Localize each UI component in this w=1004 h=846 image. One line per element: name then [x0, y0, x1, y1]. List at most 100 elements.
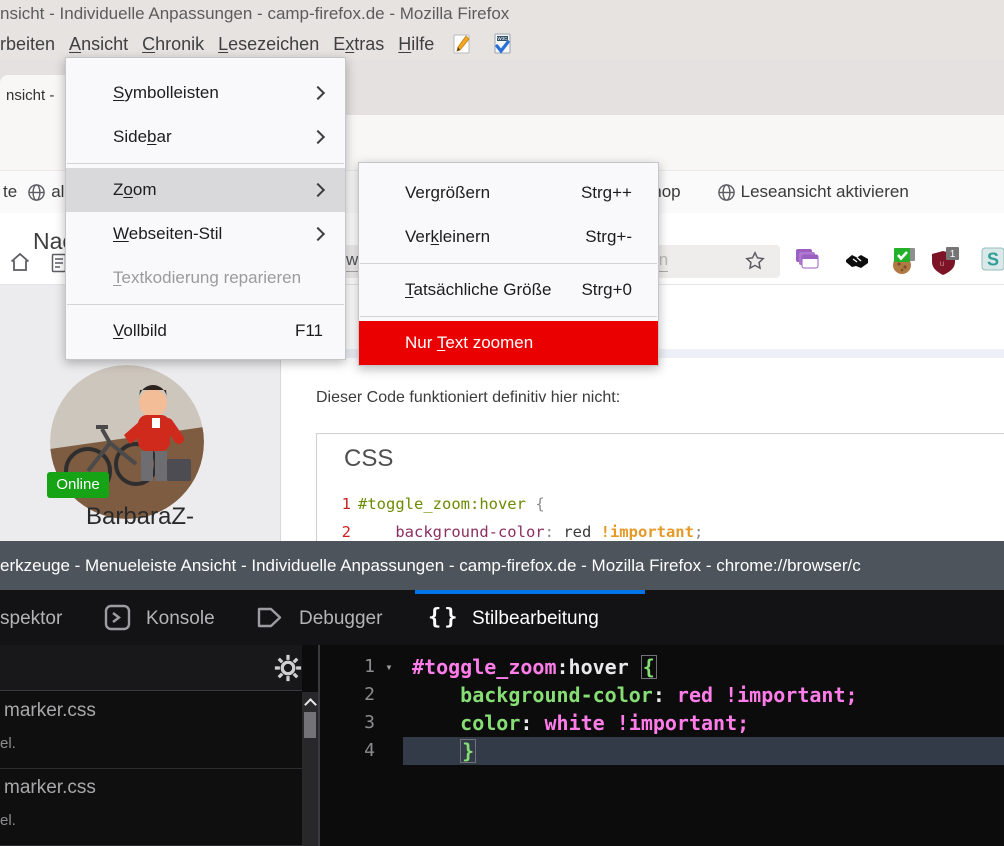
cookie-extension-icon[interactable] — [888, 246, 918, 276]
menubar-item-hilfe[interactable]: Hilfe — [398, 34, 434, 55]
console-icon — [104, 604, 131, 636]
bookmarks-left: teal — [3, 171, 64, 213]
menu-item-sidebar[interactable]: Sidebar — [66, 115, 345, 159]
menu-item-vollbild[interactable]: Vollbild F11 — [66, 309, 345, 353]
menubar-items: rbeiten Ansicht Chronik Lesezeichen Extras Hi… — [0, 34, 434, 55]
code-language-label: CSS — [344, 445, 393, 473]
bookmark-item[interactable]: al — [27, 182, 64, 202]
code-text[interactable]: } — [403, 737, 1004, 765]
bookmark-label: Leseansicht aktivieren — [741, 182, 909, 202]
code-text[interactable]: background-color: red !important; — [403, 681, 1004, 709]
tab-stilbearbeitung[interactable]: Stilbearbeitung — [472, 590, 599, 645]
stylesheet-item[interactable]: marker.css el. — [0, 692, 302, 769]
menu-item-label: Symbolleisten — [113, 83, 219, 103]
tab-manager-extension-icon[interactable] — [793, 246, 823, 276]
scrollbar-thumb[interactable] — [304, 712, 316, 738]
tab-title: nsicht - — [6, 87, 54, 104]
menu-item-vergrößern[interactable]: VergrößernStrg++ — [359, 171, 658, 215]
bookmark-star-icon[interactable] — [744, 250, 766, 277]
fold-arrow-icon[interactable]: ▾ — [375, 653, 403, 681]
line-gutter: 3 — [320, 709, 403, 737]
forum-code-block: CSS 1#toggle_zoom:hover {2 background-co… — [316, 433, 1004, 543]
menu-item-nur-text-zoomen[interactable]: Nur Text zoomen — [359, 321, 658, 365]
stylesheet-item[interactable]: marker.cssel. — [0, 769, 302, 846]
line-number[interactable]: 3 — [320, 709, 375, 737]
line-number[interactable]: 4 — [320, 737, 375, 765]
tab-konsole[interactable]: Konsole — [146, 590, 215, 645]
gear-icon[interactable] — [273, 653, 303, 688]
devtools-tab-bar: spektor Konsole Debugger {} Stilbearbeit… — [0, 590, 1004, 645]
globe-icon — [717, 183, 736, 202]
menu-item-label: Vollbild — [113, 321, 167, 341]
tab-inspektor[interactable]: spektor — [0, 590, 62, 645]
menubar-item-ansicht[interactable]: Ansicht — [69, 34, 128, 55]
stylesheet-list: marker.cssel.marker.cssel. — [0, 692, 302, 846]
bookmark-label: te — [3, 182, 17, 202]
handshake-extension-icon[interactable] — [843, 246, 873, 276]
stylesheet-name: marker.css — [4, 700, 302, 722]
menu-item-zoom[interactable]: Zoom — [66, 168, 345, 212]
menu-item-webseiten-stil[interactable]: Webseiten-Stil — [66, 212, 345, 256]
bookmark-item[interactable]: te — [3, 182, 17, 202]
stylesheet-name: marker.css — [4, 777, 302, 799]
stylesheet-list-scrollbar[interactable] — [302, 692, 318, 846]
menu-item-label: Verkleinern — [405, 227, 490, 247]
shield-blocker-extension-icon[interactable]: u 1 — [930, 246, 960, 276]
home-icon[interactable] — [8, 250, 32, 279]
menu-shortcut: Strg+0 — [581, 280, 632, 300]
menu-separator — [360, 316, 657, 317]
editor-line: 1▾#toggle_zoom:hover { — [320, 653, 1004, 681]
globe-icon — [27, 183, 46, 202]
code-line: 1#toggle_zoom:hover { — [325, 490, 703, 518]
line-gutter: 1▾ — [320, 653, 403, 681]
menu-separator — [360, 263, 657, 264]
post-author-username[interactable]: BarbaraZ- — [0, 503, 280, 531]
stylesheet-rules-count: el. — [0, 735, 302, 752]
style-editor-panel: marker.cssel.marker.cssel. 1▾#toggle_zoo… — [0, 645, 1004, 846]
submenu-arrow-icon — [311, 183, 325, 197]
line-number: 1 — [325, 490, 351, 518]
svg-text:u: u — [940, 259, 944, 268]
ansicht-menu-popup: Symbolleisten Sidebar Zoom Webseiten-Stil Te… — [65, 57, 346, 360]
code-text[interactable]: color: white !important; — [403, 709, 1004, 737]
menubar-item-rbeiten[interactable]: rbeiten — [0, 34, 55, 55]
editor-line: 3 color: white !important; — [320, 709, 1004, 737]
bookmark-item[interactable]: Leseansicht aktivieren — [717, 182, 909, 202]
zoom-submenu-popup: VergrößernStrg++ Verkleinern Strg+- Tatsäch… — [358, 162, 659, 366]
w3c-validator-icon[interactable]: W3C — [490, 32, 514, 56]
submenu-arrow-icon — [311, 130, 325, 144]
stylesheet-list-toolbar — [0, 645, 302, 691]
menubar-item-lesezeichen[interactable]: Lesezeichen — [218, 34, 319, 55]
stylus-extension-icon[interactable]: S — [980, 246, 1004, 276]
menu-shortcut: Strg++ — [581, 183, 632, 203]
menu-separator — [67, 163, 344, 164]
menu-item-textkodierung-reparieren: Textkodierung reparieren — [66, 256, 345, 300]
fold-spacer — [375, 737, 403, 765]
menu-item-label: Webseiten-Stil — [113, 224, 222, 244]
toolbox-title: erkzeuge - Menueleiste Ansicht - Individ… — [0, 556, 861, 575]
scrollbar-up-icon[interactable] — [304, 698, 317, 711]
menu-item-label: Sidebar — [113, 127, 172, 147]
menu-item-symbolleisten[interactable]: Symbolleisten — [66, 71, 345, 115]
menu-item-tatsächliche-größe[interactable]: Tatsächliche GrößeStrg+0 — [359, 268, 658, 312]
browser-titlebar: nsicht - Individuelle Anpassungen - camp… — [0, 0, 1004, 28]
style-editor-code[interactable]: 1▾#toggle_zoom:hover {2 background-color… — [320, 645, 1004, 846]
menu-item-verkleinern[interactable]: Verkleinern Strg+- — [359, 215, 658, 259]
menu-shortcut: F11 — [295, 321, 323, 341]
line-gutter: 4 — [320, 737, 403, 765]
menubar-item-extras[interactable]: Extras — [333, 34, 384, 55]
menu-shortcut: Strg+- — [585, 227, 632, 247]
screen: nsicht - Individuelle Anpassungen - camp… — [0, 0, 1004, 846]
line-number[interactable]: 1 — [320, 653, 375, 681]
line-gutter: 2 — [320, 681, 403, 709]
menubar-item-chronik[interactable]: Chronik — [142, 34, 204, 55]
note-pencil-icon[interactable] — [450, 32, 474, 56]
line-number: 2 — [325, 518, 351, 543]
tab-debugger[interactable]: Debugger — [299, 590, 382, 645]
menu-separator — [67, 304, 344, 305]
fold-spacer — [375, 681, 403, 709]
window-title: nsicht - Individuelle Anpassungen - camp… — [0, 4, 509, 23]
line-number[interactable]: 2 — [320, 681, 375, 709]
url-faded-tail: n — [659, 250, 668, 269]
code-text[interactable]: #toggle_zoom:hover { — [403, 653, 1004, 681]
